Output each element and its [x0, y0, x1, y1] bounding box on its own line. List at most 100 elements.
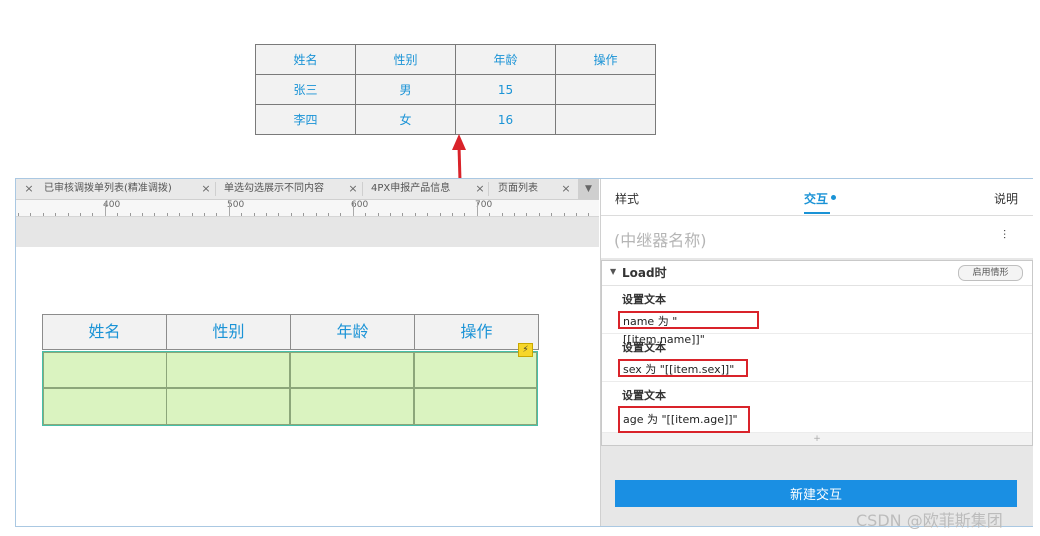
action-label: 设置文本 [622, 293, 666, 306]
action-label: 设置文本 [622, 341, 666, 354]
collapse-triangle-icon[interactable]: ▼ [610, 267, 616, 276]
preview-cell: 李四 [255, 104, 356, 135]
ruler-tick [18, 213, 19, 216]
repeater-header-cell[interactable]: 年龄 [290, 314, 415, 350]
ruler-tick [241, 213, 242, 216]
action-value[interactable]: sex 为 "[[item.sex]]" [618, 359, 748, 377]
repeater-cell[interactable] [43, 352, 167, 388]
ruler-tick [576, 213, 577, 216]
document-tab[interactable]: × 已审核调拨单列表(精准调拨) [22, 179, 202, 199]
ruler-tick [167, 213, 168, 216]
event-block: ▼ Load时 启用情形 设置文本 name 为 "[[item.name]]"… [601, 260, 1033, 446]
repeater-cell[interactable] [290, 388, 414, 425]
ruler-tick [154, 213, 155, 216]
preview-cell: 张三 [255, 74, 356, 105]
ruler-tick [378, 213, 379, 216]
preview-table: 姓名 性别 年龄 操作 张三 男 15 李四 女 16 [255, 44, 656, 135]
repeater-cell[interactable] [43, 388, 167, 425]
ruler-tick [68, 213, 69, 216]
preview-header-cell: 年龄 [455, 44, 556, 75]
editor-window: × 已审核调拨单列表(精准调拨) × 单选勾选展示不同内容 × 4PX申报产品信… [15, 178, 1033, 527]
repeater-cell[interactable] [414, 388, 537, 425]
document-tabs: × 已审核调拨单列表(精准调拨) × 单选勾选展示不同内容 × 4PX申报产品信… [16, 179, 599, 200]
preview-cell: 男 [355, 74, 456, 105]
preview-cell [555, 74, 656, 105]
ruler-tick [105, 202, 106, 216]
canvas-gray-band [16, 217, 599, 247]
event-header[interactable]: ▼ Load时 启用情形 [602, 261, 1032, 286]
ruler-tick [266, 213, 267, 216]
repeater-cell[interactable] [290, 352, 414, 388]
ruler-tick [502, 213, 503, 216]
new-interaction-button[interactable]: 新建交互 [615, 480, 1017, 507]
preview-row: 张三 男 15 [255, 74, 656, 105]
ruler-tick [588, 213, 589, 216]
ruler-tick [440, 213, 441, 216]
repeater-cell[interactable] [414, 352, 537, 388]
preview-cell [555, 104, 656, 135]
action-item[interactable]: 设置文本 age 为 "[[item.age]]" [602, 382, 1032, 433]
horizontal-ruler: 400 500 600 700 [16, 200, 599, 217]
tab-close-icon[interactable]: × [346, 179, 360, 199]
ruler-tick [477, 202, 478, 216]
tab-style[interactable]: 样式 [615, 190, 639, 207]
ruler-tick [464, 213, 465, 216]
document-tab[interactable]: × 单选勾选展示不同内容 [199, 179, 359, 199]
ruler-tick [130, 213, 131, 216]
repeater-cell[interactable] [166, 352, 290, 388]
action-item[interactable]: 设置文本 name 为 "[[item.name]]" [602, 286, 1032, 346]
settings-sliders-icon[interactable]: ⫶ [1003, 228, 1006, 243]
active-tab-underline [804, 212, 830, 214]
preview-header-cell: 姓名 [255, 44, 356, 75]
ruler-tick [353, 202, 354, 216]
tab-label: 页面列表 [498, 183, 538, 194]
ruler-tick [452, 213, 453, 216]
repeater-header[interactable]: 姓名 性别 年龄 操作 [42, 314, 539, 350]
tab-close-icon[interactable]: × [199, 179, 213, 199]
repeater-widget[interactable] [42, 351, 538, 426]
tab-close-icon[interactable]: × [559, 179, 573, 199]
inspector-tabs: 样式 交互 说明 [601, 179, 1033, 216]
tab-interaction[interactable]: 交互 [804, 190, 828, 207]
widget-name-input[interactable]: (中继器名称) [614, 227, 707, 251]
repeater-header-cell[interactable]: 性别 [166, 314, 291, 350]
ruler-tick [402, 213, 403, 216]
action-value[interactable]: age 为 "[[item.age]]" [618, 406, 750, 433]
repeater-header-cell[interactable]: 姓名 [42, 314, 167, 350]
ruler-tick [55, 213, 56, 216]
ruler-tick [365, 213, 366, 216]
enable-case-button[interactable]: 启用情形 [958, 265, 1023, 281]
repeater-cell[interactable] [166, 388, 290, 425]
tab-label: 已审核调拨单列表(精准调拨) [44, 183, 172, 194]
action-item[interactable]: 设置文本 sex 为 "[[item.sex]]" [602, 334, 1032, 382]
tab-close-icon[interactable]: × [473, 179, 487, 199]
ruler-tick [489, 213, 490, 216]
tab-label: 4PX申报产品信息 [371, 183, 451, 194]
ruler-tick [80, 213, 81, 216]
action-value[interactable]: name 为 "[[item.name]]" [618, 311, 759, 346]
tab-label: 单选勾选展示不同内容 [224, 183, 324, 194]
ruler-tick [278, 213, 279, 216]
ruler-tick [514, 213, 515, 216]
tab-notes[interactable]: 说明 [994, 190, 1018, 207]
interaction-flash-icon[interactable]: ⚡ [518, 343, 533, 357]
action-label: 设置文本 [622, 389, 666, 402]
ruler-tick [92, 213, 93, 216]
watermark: CSDN @欧菲斯集团 [856, 511, 1003, 530]
ruler-tick [179, 213, 180, 216]
add-action-icon[interactable]: + [602, 433, 1032, 445]
ruler-tick [526, 213, 527, 216]
document-tab[interactable]: × [559, 179, 575, 199]
preview-header-cell: 操作 [555, 44, 656, 75]
preview-cell: 女 [355, 104, 456, 135]
ruler-tick [291, 213, 292, 216]
preview-row: 李四 女 16 [255, 104, 656, 135]
ruler-tick [30, 213, 31, 216]
tab-list-dropdown[interactable]: ▼ [578, 179, 599, 199]
tab-close-icon[interactable]: × [22, 179, 36, 199]
ruler-tick [303, 213, 304, 216]
preview-header-cell: 性别 [355, 44, 456, 75]
document-tab[interactable]: × 4PX申报产品信息 [346, 179, 466, 199]
preview-header-row: 姓名 性别 年龄 操作 [255, 44, 656, 75]
ruler-tick [192, 213, 193, 216]
